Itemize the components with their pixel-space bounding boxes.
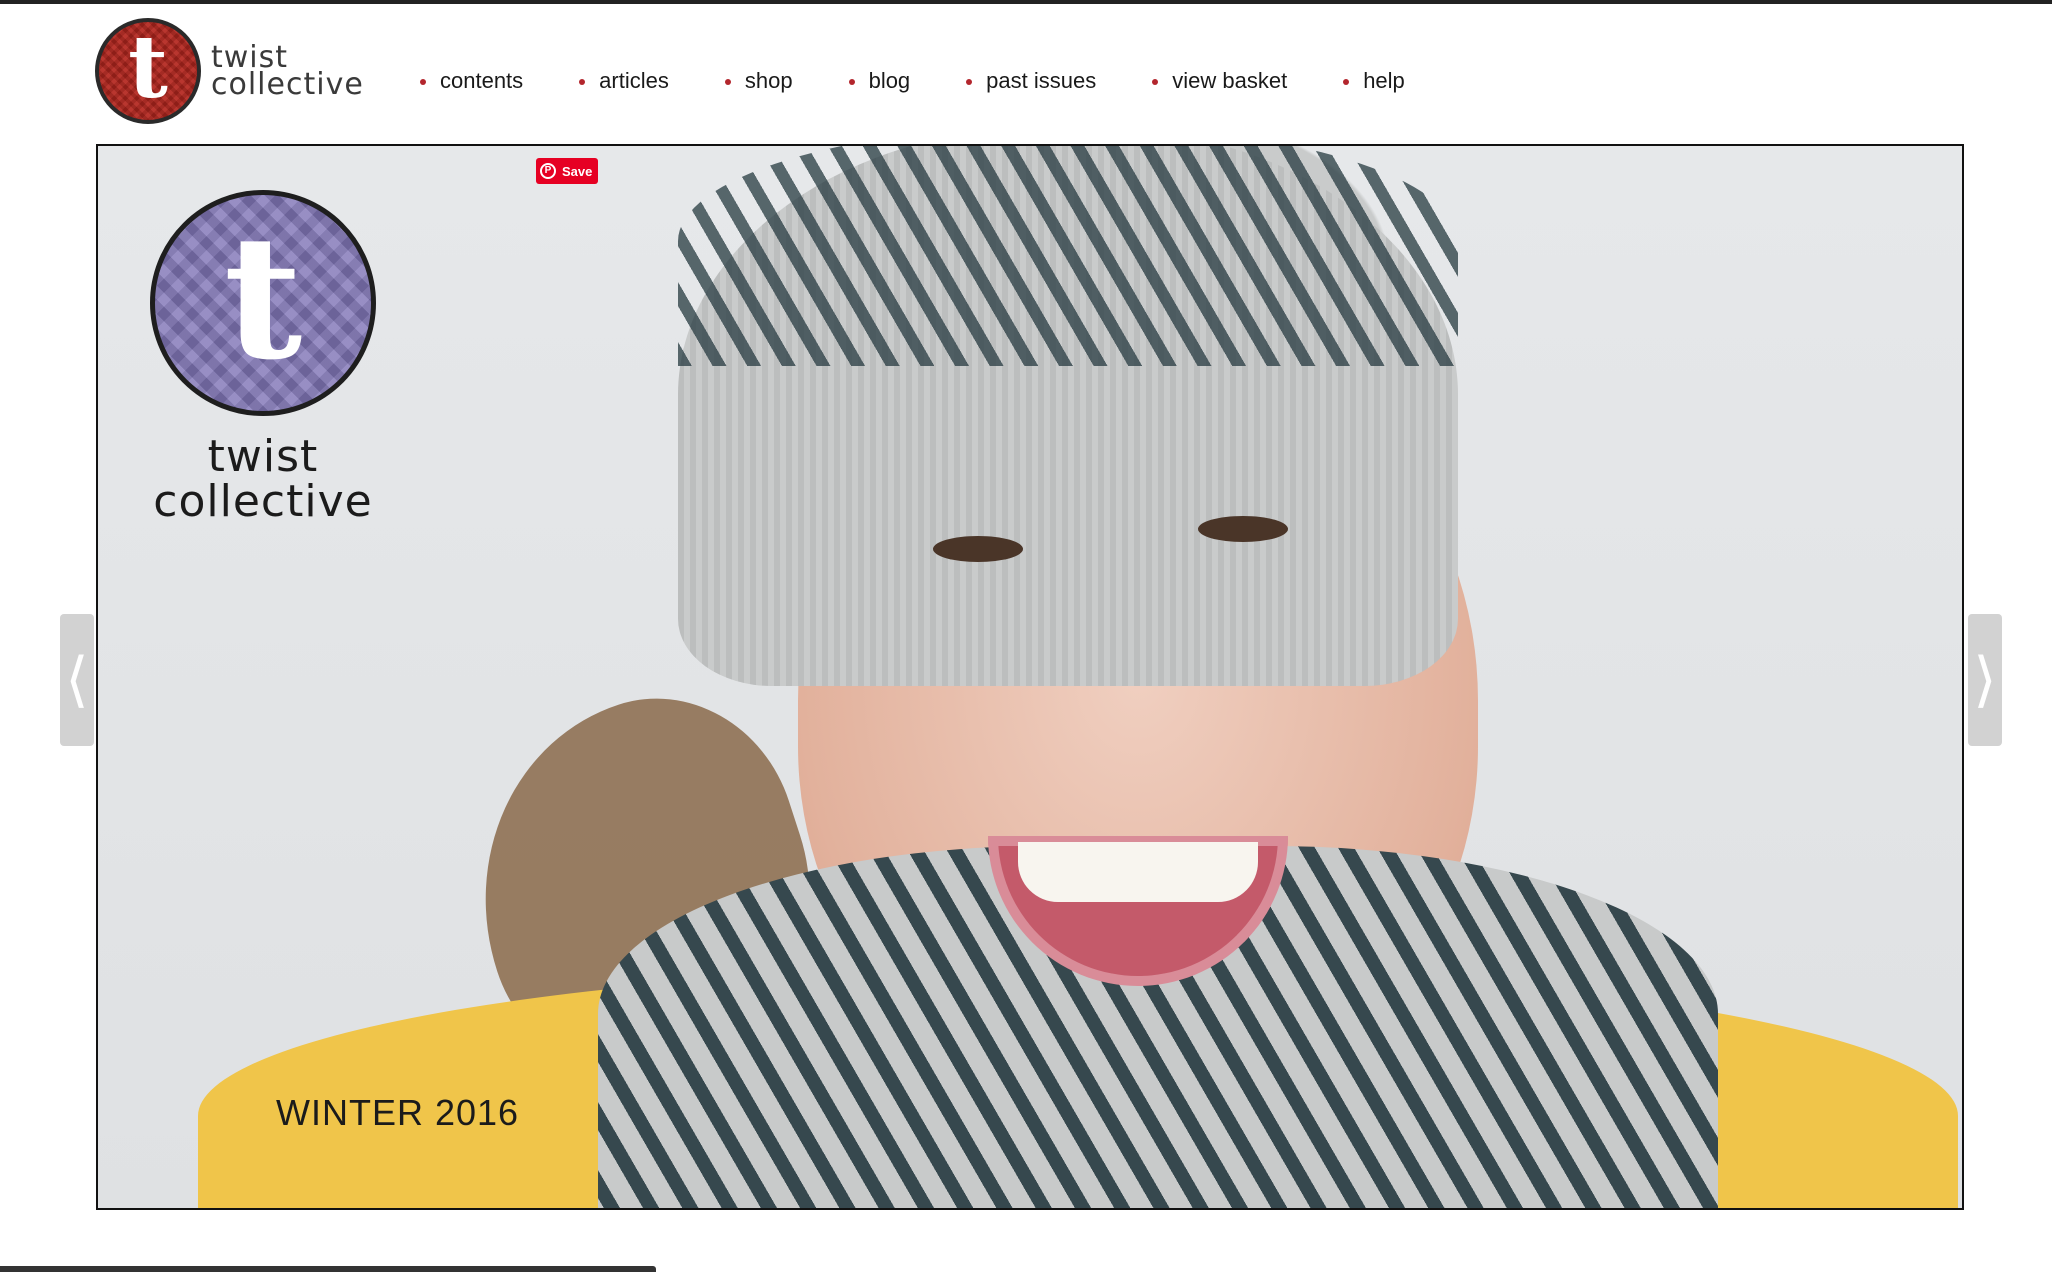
pinterest-icon: P bbox=[540, 163, 556, 179]
bullet-icon bbox=[848, 79, 855, 85]
main-nav: contents articles shop blog past issues … bbox=[420, 68, 1405, 94]
bullet-icon bbox=[1152, 79, 1159, 85]
nav-item-blog[interactable]: blog bbox=[848, 68, 911, 94]
issue-logo: t twist collective bbox=[148, 190, 378, 524]
nav-item-label: shop bbox=[744, 68, 793, 93]
nav-item-contents[interactable]: contents bbox=[420, 68, 523, 94]
nav-item-label: past issues bbox=[986, 68, 1097, 93]
issue-logo-line1: twist bbox=[207, 431, 319, 482]
pin-save-label: Save bbox=[562, 163, 593, 179]
slider-next-button[interactable]: ⟩ bbox=[1968, 614, 2002, 746]
nav-item-articles[interactable]: articles bbox=[579, 68, 669, 94]
pinterest-save-button[interactable]: P Save bbox=[536, 158, 599, 184]
issue-logo-line2: collective bbox=[153, 476, 373, 527]
bullet-icon bbox=[579, 79, 586, 85]
nav-item-label: blog bbox=[868, 68, 911, 93]
hero-slideshow: P Save t twist collective WINTER 2016 bbox=[96, 144, 1964, 1210]
issue-logo-letter: t bbox=[223, 198, 303, 398]
chevron-left-icon: ⟨ bbox=[65, 645, 89, 715]
nav-item-label: contents bbox=[440, 68, 524, 93]
logo-line2: collective bbox=[211, 67, 364, 102]
bullet-icon bbox=[420, 79, 426, 85]
bullet-icon bbox=[1343, 79, 1350, 85]
nav-item-shop[interactable]: shop bbox=[724, 68, 793, 94]
bullet-icon bbox=[724, 79, 731, 85]
issue-logo-wordmark: twist collective bbox=[148, 434, 378, 524]
chevron-right-icon: ⟩ bbox=[1973, 645, 1997, 715]
nav-item-view-basket[interactable]: view basket bbox=[1152, 68, 1287, 94]
site-logo[interactable]: t twist collective bbox=[95, 18, 364, 124]
logo-badge-icon: t bbox=[95, 18, 201, 124]
horizontal-scrollbar[interactable] bbox=[0, 1266, 656, 1272]
logo-wordmark: twist collective bbox=[211, 43, 364, 102]
nav-item-label: view basket bbox=[1172, 68, 1288, 93]
nav-item-label: help bbox=[1363, 68, 1405, 93]
nav-item-label: articles bbox=[599, 68, 669, 93]
bullet-icon bbox=[966, 79, 973, 85]
nav-item-help[interactable]: help bbox=[1343, 68, 1405, 94]
logo-letter: t bbox=[128, 17, 168, 118]
issue-season-label: WINTER 2016 bbox=[276, 1092, 520, 1133]
slider-prev-button[interactable]: ⟨ bbox=[60, 614, 94, 746]
nav-item-past-issues[interactable]: past issues bbox=[966, 68, 1096, 94]
issue-badge-icon: t bbox=[150, 190, 376, 416]
site-header: t twist collective contents articles sho… bbox=[0, 4, 2052, 144]
